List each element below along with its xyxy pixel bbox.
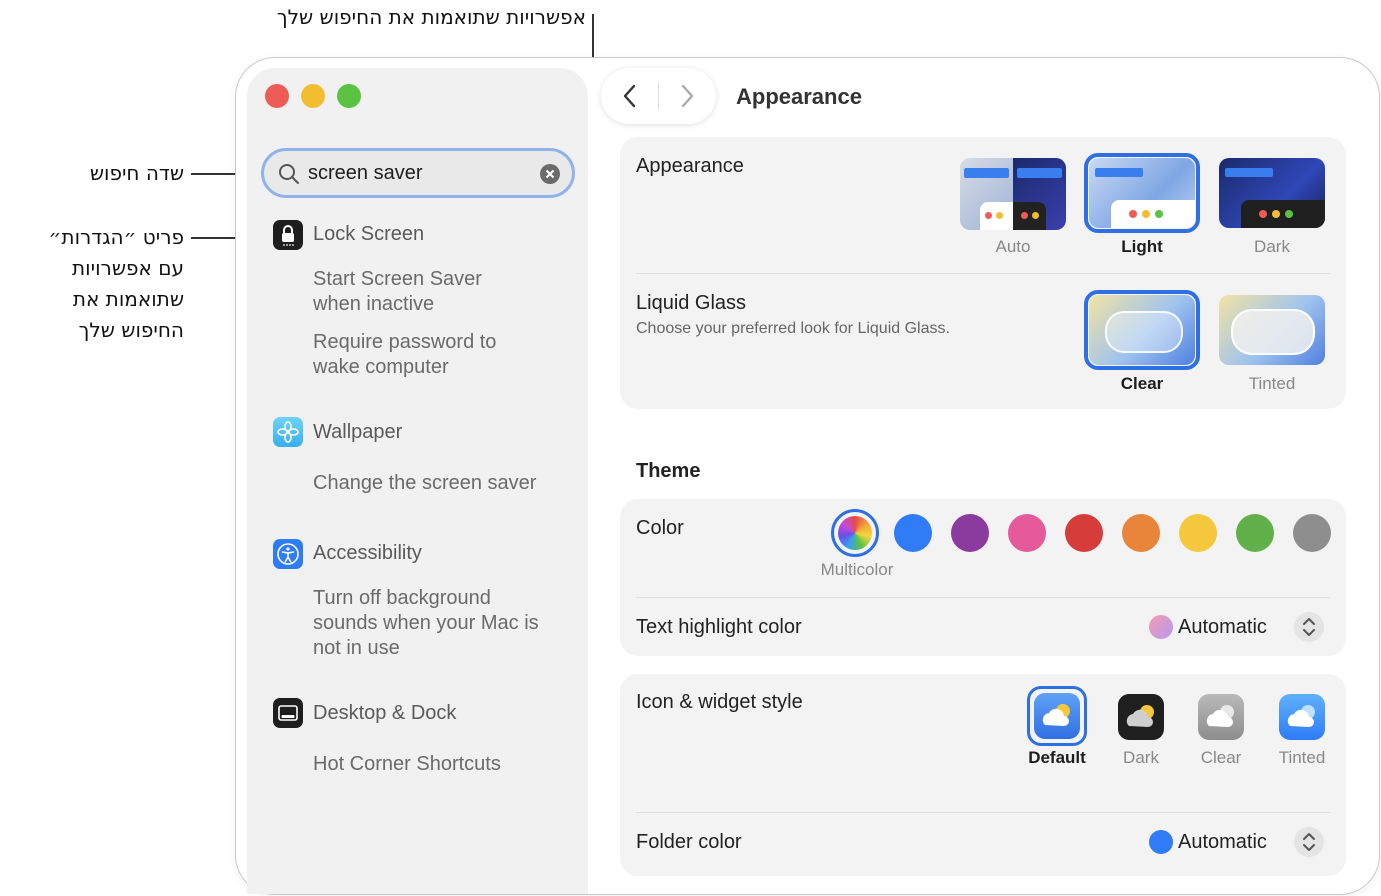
subitem-line: sounds when your Mac is [313, 612, 539, 634]
icon-style-dark-caption: Dark [1123, 748, 1159, 767]
weather-icon [1042, 704, 1070, 726]
color-swatch-pink[interactable] [1008, 514, 1046, 552]
sidebar-item-lock-screen[interactable]: Lock Screen [313, 223, 424, 246]
appearance-dark-caption: Dark [1254, 237, 1290, 256]
appearance-label: Appearance [636, 155, 744, 177]
callout-line-4: החיפוש שלך [78, 318, 184, 342]
sidebar-subitem-background-sounds[interactable]: Turn off background sounds when your Mac… [313, 586, 539, 661]
icon-widget-separator [636, 812, 1330, 813]
sidebar-subitem-change-screen-saver[interactable]: Change the screen saver [313, 471, 536, 496]
folder-color-label: Folder color [636, 831, 742, 853]
minimize-window-button[interactable] [301, 84, 325, 108]
liquid-glass-label: Liquid Glass [636, 292, 747, 314]
color-swatch-purple[interactable] [951, 514, 989, 552]
subitem-line: when inactive [313, 293, 435, 315]
icon-widget-label: Icon & widget style [636, 691, 803, 713]
icon-style-default-caption: Default [1028, 748, 1086, 767]
icon-style-clear-caption: Clear [1200, 748, 1242, 767]
search-input[interactable]: screen saver [308, 162, 423, 185]
appearance-auto-caption: Auto [995, 237, 1031, 256]
liquid-glass-tinted-option[interactable] [1219, 295, 1325, 365]
text-highlight-label: Text highlight color [636, 616, 802, 638]
callout-settings-item: פריט ״הגדרות״ עם אפשרויות שתואמות את החי… [49, 222, 184, 346]
lock-icon [273, 220, 303, 250]
appearance-separator [636, 273, 1330, 274]
color-swatch-yellow[interactable] [1179, 514, 1217, 552]
chevron-updown-icon [1303, 833, 1315, 851]
text-highlight-stepper[interactable] [1294, 612, 1324, 642]
accessibility-icon [273, 539, 303, 569]
callout-search-field: שדה חיפוש [89, 161, 184, 185]
icon-style-clear[interactable] [1198, 694, 1244, 740]
liquid-glass-tinted-caption: Tinted [1248, 374, 1296, 393]
sidebar-subitem-start-screen-saver[interactable]: Start Screen Saver when inactive [313, 267, 482, 317]
color-swatch-red[interactable] [1065, 514, 1103, 552]
color-swatch-multicolor[interactable] [838, 516, 872, 550]
sidebar-subitem-hot-corners[interactable]: Hot Corner Shortcuts [313, 752, 501, 777]
subitem-line: Turn off background [313, 587, 491, 609]
color-swatch-blue[interactable] [894, 514, 932, 552]
chevron-updown-icon [1303, 618, 1315, 636]
dock-icon [273, 698, 303, 728]
icon-style-dark[interactable] [1118, 694, 1164, 740]
icon-style-tinted[interactable] [1279, 694, 1325, 740]
page-title: Appearance [736, 84, 862, 109]
weather-icon [1126, 705, 1154, 727]
liquid-glass-clear-caption: Clear [1120, 374, 1164, 393]
folder-color-value[interactable]: Automatic [1178, 831, 1267, 854]
weather-icon [1206, 705, 1234, 727]
back-chevron-icon[interactable] [619, 83, 641, 109]
icon-style-tinted-caption: Tinted [1278, 748, 1326, 767]
color-swatch-orange[interactable] [1122, 514, 1160, 552]
theme-heading: Theme [636, 460, 701, 482]
forward-chevron-icon[interactable] [676, 83, 698, 109]
weather-icon [1287, 705, 1315, 727]
appearance-auto-option[interactable] [960, 158, 1066, 230]
icon-style-default[interactable] [1034, 693, 1080, 739]
subitem-line: wake computer [313, 356, 449, 378]
appearance-light-option[interactable] [1089, 158, 1195, 228]
subitem-line: Start Screen Saver [313, 268, 482, 290]
close-window-button[interactable] [265, 84, 289, 108]
sidebar-item-wallpaper[interactable]: Wallpaper [313, 421, 402, 444]
color-label: Color [636, 517, 684, 539]
callout-matching-options: אפשרויות שתואמות את החיפוש שלך [276, 5, 586, 29]
liquid-glass-description: Choose your preferred look for Liquid Gl… [636, 320, 950, 337]
folder-color-stepper[interactable] [1294, 827, 1324, 857]
zoom-window-button[interactable] [337, 84, 361, 108]
sidebar-item-accessibility[interactable]: Accessibility [313, 542, 422, 565]
color-swatch-graphite[interactable] [1293, 514, 1331, 552]
nav-divider [658, 82, 659, 110]
text-highlight-swatch [1149, 615, 1173, 639]
folder-color-swatch [1149, 830, 1173, 854]
liquid-glass-clear-option[interactable] [1089, 295, 1195, 365]
appearance-light-caption: Light [1121, 237, 1163, 256]
appearance-dark-option[interactable] [1219, 158, 1325, 228]
multicolor-caption: Multicolor [820, 560, 894, 579]
clear-search-icon[interactable] [540, 164, 560, 184]
subitem-line: not in use [313, 637, 400, 659]
search-icon [279, 164, 299, 184]
callout-line-1: פריט ״הגדרות״ [48, 225, 184, 249]
theme-separator [636, 597, 1330, 598]
sidebar-item-desktop-dock[interactable]: Desktop & Dock [313, 702, 456, 725]
subitem-line: Require password to [313, 331, 497, 353]
sidebar-subitem-require-password[interactable]: Require password to wake computer [313, 330, 496, 380]
color-swatch-green[interactable] [1236, 514, 1274, 552]
text-highlight-value[interactable]: Automatic [1178, 616, 1267, 639]
callout-line-3: שתואמות את [72, 287, 184, 311]
flower-icon [273, 417, 303, 447]
callout-line-2: עם אפשרויות [72, 256, 184, 280]
